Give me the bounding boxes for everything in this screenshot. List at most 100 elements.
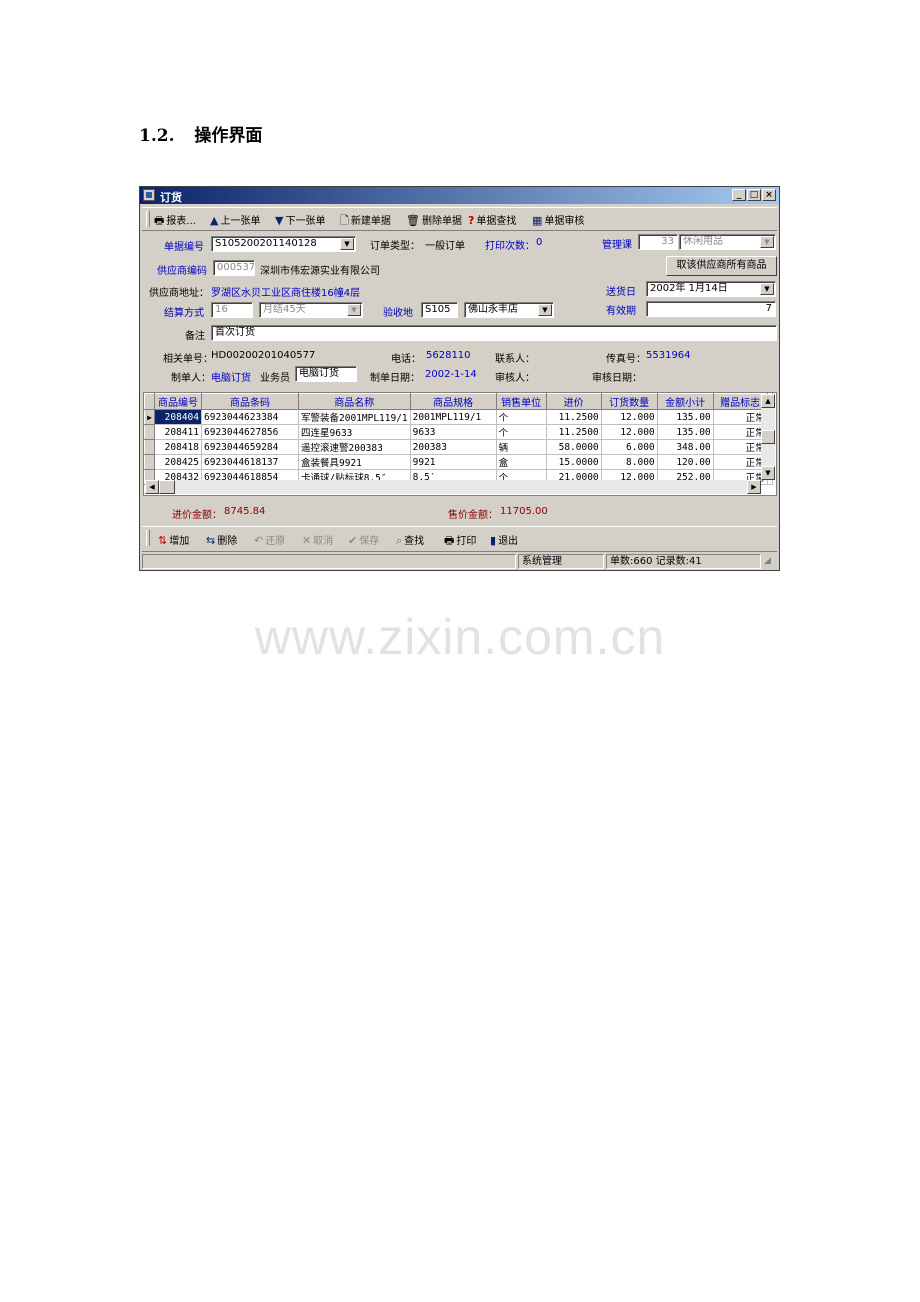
mgmt-dept-code-field[interactable]: 33 xyxy=(638,234,678,250)
chevron-down-icon[interactable]: ▼ xyxy=(760,283,774,295)
table-cell[interactable]: 正常 xyxy=(713,409,768,425)
table-row[interactable]: ▶ 208404 6923044623384 军警装备2001MPL119/1 2001… xyxy=(144,409,773,425)
table-cell[interactable]: 正常 xyxy=(713,439,768,455)
next-doc-button[interactable]: ▼ 下一张单 xyxy=(275,212,325,227)
order-items-grid[interactable]: 商品编号 商品条码 商品名称 商品规格 销售单位 进价 订货数量 金额小计 赠品标志 ▶ 2084… xyxy=(143,392,777,496)
cancel-button[interactable]: ✕ 取消 xyxy=(302,532,333,547)
delete-doc-button[interactable]: 🗑 删除单据 xyxy=(406,212,462,227)
save-button[interactable]: ✔ 保存 xyxy=(348,532,379,547)
resize-grip-icon[interactable]: ◢ xyxy=(764,556,771,566)
table-cell[interactable]: 208404 xyxy=(154,409,202,425)
new-doc-button[interactable]: 🗋 新建单据 xyxy=(340,212,391,227)
table-cell[interactable]: 盒 xyxy=(496,454,547,470)
supplier-code-field[interactable]: 000537 xyxy=(213,260,255,276)
add-row-button[interactable]: ⇅ 增加 xyxy=(158,532,189,547)
table-cell[interactable]: 正常 xyxy=(713,454,768,470)
row-indicator[interactable] xyxy=(144,454,155,470)
toolbar-grip[interactable] xyxy=(146,530,150,546)
salesman-field[interactable]: 电脑订货 xyxy=(295,366,357,382)
scroll-down-icon[interactable]: ▼ xyxy=(761,466,775,480)
table-cell[interactable]: 军警装备2001MPL119/1 xyxy=(298,409,411,425)
find-doc-button[interactable]: ? 单据查找 xyxy=(468,212,516,227)
remark-field[interactable]: 首次订货 xyxy=(211,325,777,341)
find-button[interactable]: ⌕ 查找 xyxy=(396,532,424,547)
exit-button[interactable]: ▮ 退出 xyxy=(490,532,518,547)
mgmt-dept-name-select[interactable]: 休闲用品 ▼ xyxy=(679,234,776,250)
table-cell[interactable]: 15.0000 xyxy=(546,454,602,470)
delete-row-button[interactable]: ⇆ 删除 xyxy=(206,532,237,547)
chevron-down-icon[interactable]: ▼ xyxy=(538,304,552,316)
fetch-all-products-button[interactable]: 取该供应商所有商品 xyxy=(666,256,777,276)
column-header[interactable]: 赠品标志 xyxy=(712,393,768,410)
column-header[interactable]: 金额小计 xyxy=(656,393,714,410)
print-button[interactable]: 🖶 打印 xyxy=(444,532,476,547)
table-cell[interactable]: 盒装餐具9921 xyxy=(298,454,411,470)
table-cell[interactable]: 四连星9633 xyxy=(298,424,411,440)
table-cell[interactable]: 6923044623384 xyxy=(201,409,299,425)
toolbar-grip[interactable] xyxy=(146,211,150,227)
table-cell[interactable]: 11.2500 xyxy=(546,424,602,440)
table-cell[interactable]: 辆 xyxy=(496,439,547,455)
prev-doc-button[interactable]: ▲ 上一张单 xyxy=(210,212,260,227)
receive-name-select[interactable]: 佛山永丰店 ▼ xyxy=(464,302,554,318)
report-button[interactable]: 🖶 报表... xyxy=(154,212,196,227)
close-button[interactable]: × xyxy=(762,189,776,201)
delivery-date-picker[interactable]: 2002年 1月14日 ▼ xyxy=(646,281,776,297)
column-header[interactable]: 订货数量 xyxy=(600,393,658,410)
row-indicator[interactable] xyxy=(144,424,155,440)
row-indicator[interactable] xyxy=(144,439,155,455)
table-row[interactable]: 208418 6923044659284 遥控滚速警200383 200383 辆 58.… xyxy=(144,439,773,455)
table-cell[interactable]: 12.000 xyxy=(601,409,658,425)
table-cell[interactable]: 208425 xyxy=(154,454,202,470)
table-cell[interactable]: 208418 xyxy=(154,439,202,455)
table-cell[interactable]: 200383 xyxy=(410,439,497,455)
scroll-thumb[interactable] xyxy=(761,430,775,444)
grid-horizontal-scrollbar[interactable]: ◀ ▶ xyxy=(145,480,761,494)
table-cell[interactable]: 8.000 xyxy=(601,454,658,470)
valid-days-field[interactable]: 7 xyxy=(646,301,776,317)
column-header[interactable]: 商品规格 xyxy=(409,393,497,410)
table-cell[interactable]: 9921 xyxy=(410,454,497,470)
table-cell[interactable]: 9633 xyxy=(410,424,497,440)
title-bar[interactable]: 订货 _ □ × xyxy=(140,187,779,204)
table-cell[interactable]: 135.00 xyxy=(657,409,714,425)
table-row[interactable]: 208425 6923044618137 盒装餐具9921 9921 盒 15.0000 8… xyxy=(144,454,773,470)
table-cell[interactable]: 遥控滚速警200383 xyxy=(298,439,411,455)
table-row[interactable]: 208411 6923044627856 四连星9633 9633 个 11.2500 12… xyxy=(144,424,773,440)
scroll-up-icon[interactable]: ▲ xyxy=(761,394,775,408)
restore-button[interactable]: ↶ 还原 xyxy=(254,532,285,547)
table-cell[interactable]: 正常 xyxy=(713,424,768,440)
table-cell[interactable]: 6923044627856 xyxy=(201,424,299,440)
minimize-button[interactable]: _ xyxy=(732,189,746,201)
table-cell[interactable]: 120.00 xyxy=(657,454,714,470)
receive-code-field[interactable]: S105 xyxy=(421,302,458,318)
table-cell[interactable]: 个 xyxy=(496,409,547,425)
grid-vertical-scrollbar[interactable]: ▲ ▼ xyxy=(761,394,775,480)
chevron-down-icon[interactable]: ▼ xyxy=(340,238,354,250)
column-header[interactable]: 商品编号 xyxy=(154,393,202,410)
table-cell[interactable]: 348.00 xyxy=(657,439,714,455)
table-cell[interactable]: 11.2500 xyxy=(546,409,602,425)
table-cell[interactable]: 6923044618137 xyxy=(201,454,299,470)
audit-doc-button[interactable]: ▦ 单据审核 xyxy=(532,212,584,227)
table-cell[interactable]: 58.0000 xyxy=(546,439,602,455)
chevron-down-icon[interactable]: ▼ xyxy=(347,304,361,316)
table-cell[interactable]: 6.000 xyxy=(601,439,658,455)
column-header[interactable]: 商品条码 xyxy=(201,393,299,410)
table-cell[interactable]: 个 xyxy=(496,424,547,440)
scroll-thumb[interactable] xyxy=(159,480,175,494)
row-indicator[interactable]: ▶ xyxy=(144,409,155,425)
maximize-button[interactable]: □ xyxy=(747,189,761,201)
table-cell[interactable]: 6923044659284 xyxy=(201,439,299,455)
table-cell[interactable]: 12.000 xyxy=(601,424,658,440)
doc-no-select[interactable]: S105200201140128 ▼ xyxy=(211,236,356,252)
column-header[interactable]: 商品名称 xyxy=(298,393,411,410)
settle-code-field[interactable]: 16 xyxy=(211,302,253,318)
table-cell[interactable]: 135.00 xyxy=(657,424,714,440)
column-header[interactable]: 销售单位 xyxy=(495,393,547,410)
scroll-right-icon[interactable]: ▶ xyxy=(747,480,761,494)
column-header[interactable]: 进价 xyxy=(545,393,602,410)
settle-name-select[interactable]: 月结45天 ▼ xyxy=(259,302,363,318)
table-cell[interactable]: 208411 xyxy=(154,424,202,440)
chevron-down-icon[interactable]: ▼ xyxy=(760,236,774,248)
